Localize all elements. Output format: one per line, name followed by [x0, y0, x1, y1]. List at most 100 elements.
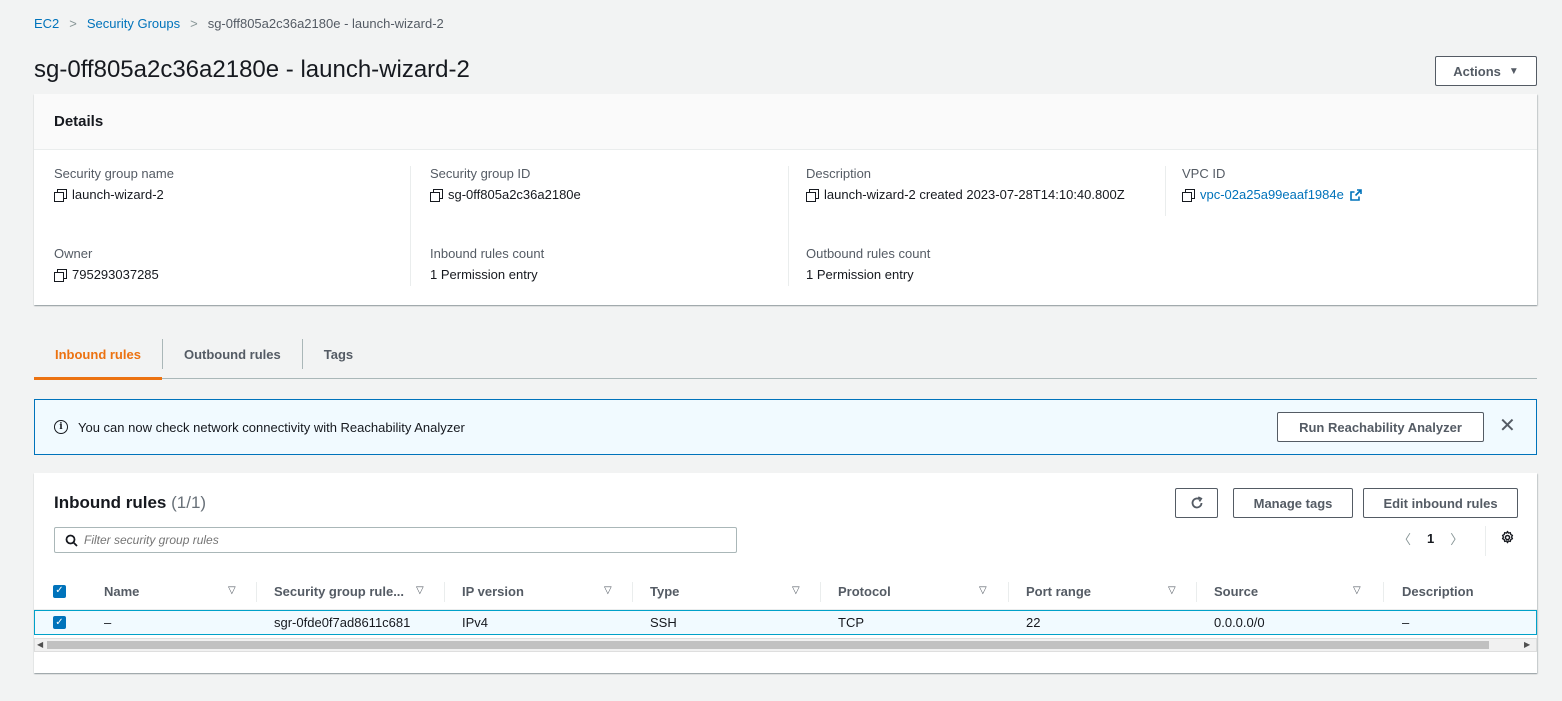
- column-divider: [1383, 582, 1384, 602]
- outbound-count-value: 1 Permission entry: [806, 267, 914, 282]
- sort-icon[interactable]: ▽: [1353, 585, 1361, 596]
- sort-icon[interactable]: ▽: [979, 585, 987, 596]
- sg-name-label: Security group name: [54, 166, 174, 181]
- refresh-button[interactable]: [1175, 488, 1218, 518]
- pagination: 〈 1 〉: [1398, 529, 1463, 548]
- tab-inbound-rules[interactable]: Inbound rules: [34, 329, 162, 380]
- owner-value: 795293037285: [72, 267, 159, 282]
- row-rule-id: sgr-0fde0f7ad8611c681: [274, 615, 411, 630]
- edit-inbound-rules-button[interactable]: Edit inbound rules: [1363, 488, 1518, 518]
- checkmark-icon: ✓: [53, 616, 66, 629]
- sort-icon[interactable]: ▽: [604, 585, 612, 596]
- sort-icon[interactable]: ▽: [1168, 585, 1176, 596]
- filter-input[interactable]: [84, 533, 724, 547]
- row-source: 0.0.0.0/0: [1214, 615, 1265, 630]
- sg-name-value: launch-wizard-2: [72, 187, 164, 202]
- column-divider: [632, 582, 633, 602]
- scroll-left-icon[interactable]: ◀: [37, 640, 43, 649]
- row-type: SSH: [650, 615, 677, 630]
- column-header-description[interactable]: Description: [1402, 573, 1474, 609]
- table-header: ✓ Name ▽ Security group rule... ▽ IP ver…: [34, 573, 1537, 610]
- row-ip-version: IPv4: [462, 615, 489, 630]
- filter-box: [54, 527, 737, 553]
- sg-name-field: Security group name launch-wizard-2: [54, 166, 174, 202]
- close-icon[interactable]: ✕: [1499, 414, 1516, 438]
- pager-divider: [1485, 526, 1486, 556]
- page-title: sg-0ff805a2c36a2180e - launch-wizard-2: [34, 56, 470, 83]
- rules-title: Inbound rules (1/1): [54, 493, 206, 513]
- rules-count: (1/1): [171, 493, 207, 512]
- column-divider: [444, 582, 445, 602]
- details-header: Details: [34, 94, 1537, 150]
- sort-icon[interactable]: ▽: [792, 585, 800, 596]
- inbound-rules-panel: Inbound rules (1/1) Manage tags Edit inb…: [34, 473, 1537, 673]
- description-label: Description: [806, 166, 872, 181]
- row-port-range: 22: [1026, 615, 1041, 630]
- breadcrumb-ec2[interactable]: EC2: [34, 16, 59, 31]
- column-divider: [1165, 166, 1166, 216]
- horizontal-scrollbar[interactable]: ◀ ▶: [34, 638, 1537, 652]
- sort-icon[interactable]: ▽: [416, 585, 424, 596]
- gear-icon[interactable]: [1500, 530, 1515, 545]
- next-page-icon[interactable]: 〉: [1450, 529, 1463, 548]
- description-field: Description launch-wizard-2 created 2023…: [806, 166, 1125, 202]
- column-divider: [1008, 582, 1009, 602]
- sg-id-label: Security group ID: [430, 166, 531, 181]
- copy-icon[interactable]: [54, 188, 67, 202]
- sort-icon[interactable]: ▽: [228, 585, 236, 596]
- prev-page-icon[interactable]: 〈: [1398, 529, 1411, 548]
- tab-outbound-rules[interactable]: Outbound rules: [163, 329, 302, 379]
- column-header-source[interactable]: Source: [1214, 573, 1258, 609]
- scroll-right-icon[interactable]: ▶: [1524, 640, 1530, 649]
- copy-icon[interactable]: [1182, 188, 1195, 202]
- external-link-icon: [1350, 188, 1362, 201]
- sg-id-value: sg-0ff805a2c36a2180e: [448, 187, 581, 202]
- breadcrumb-security-groups[interactable]: Security Groups: [87, 16, 180, 31]
- info-icon: i: [54, 420, 68, 434]
- inbound-count-label: Inbound rules count: [430, 246, 545, 261]
- details-panel: Details Security group name launch-wizar…: [34, 94, 1537, 305]
- checkmark-icon: ✓: [53, 584, 66, 598]
- vpc-id-link[interactable]: vpc-02a25a99eaaf1984e: [1200, 187, 1344, 202]
- copy-icon[interactable]: [54, 268, 67, 282]
- scrollbar-thumb[interactable]: [47, 641, 1489, 649]
- tab-tags[interactable]: Tags: [303, 329, 374, 379]
- outbound-count-label: Outbound rules count: [806, 246, 931, 261]
- search-icon: [65, 534, 78, 547]
- copy-icon[interactable]: [430, 188, 443, 202]
- inbound-count-field: Inbound rules count 1 Permission entry: [430, 246, 544, 282]
- table-row[interactable]: ✓ – sgr-0fde0f7ad8611c681 IPv4 SSH TCP 2…: [34, 610, 1537, 635]
- manage-tags-button[interactable]: Manage tags: [1233, 488, 1353, 518]
- column-header-port-range[interactable]: Port range: [1026, 573, 1091, 609]
- row-protocol: TCP: [838, 615, 864, 630]
- copy-icon[interactable]: [806, 188, 819, 202]
- sg-id-field: Security group ID sg-0ff805a2c36a2180e: [430, 166, 581, 202]
- description-value: launch-wizard-2 created 2023-07-28T14:10…: [824, 187, 1125, 202]
- vpc-id-field: VPC ID vpc-02a25a99eaaf1984e: [1182, 166, 1362, 202]
- column-header-protocol[interactable]: Protocol: [838, 573, 891, 609]
- select-all-checkbox[interactable]: ✓: [53, 573, 66, 609]
- column-header-ip-version[interactable]: IP version: [462, 573, 524, 609]
- column-divider: [256, 582, 257, 602]
- column-header-name[interactable]: Name: [104, 573, 139, 609]
- column-divider: [1196, 582, 1197, 602]
- column-header-type[interactable]: Type: [650, 573, 679, 609]
- column-divider: [820, 582, 821, 602]
- actions-button[interactable]: Actions ▼: [1435, 56, 1537, 86]
- column-divider: [410, 166, 411, 286]
- row-checkbox[interactable]: ✓: [53, 611, 66, 634]
- vpc-id-label: VPC ID: [1182, 166, 1226, 181]
- row-description: –: [1402, 615, 1410, 630]
- chevron-right-icon: >: [190, 16, 198, 31]
- inbound-count-value: 1 Permission entry: [430, 267, 538, 282]
- run-reachability-analyzer-button[interactable]: Run Reachability Analyzer: [1277, 412, 1484, 442]
- page-number[interactable]: 1: [1427, 531, 1434, 546]
- refresh-icon: [1191, 496, 1203, 509]
- chevron-right-icon: >: [69, 16, 77, 31]
- owner-label: Owner: [54, 246, 93, 261]
- breadcrumb: EC2 > Security Groups > sg-0ff805a2c36a2…: [34, 16, 444, 31]
- tab-bar: Inbound rules Outbound rules Tags: [34, 329, 1537, 380]
- info-banner: i You can now check network connectivity…: [34, 399, 1537, 455]
- column-header-rule-id[interactable]: Security group rule...: [274, 573, 404, 609]
- row-name: –: [104, 615, 112, 630]
